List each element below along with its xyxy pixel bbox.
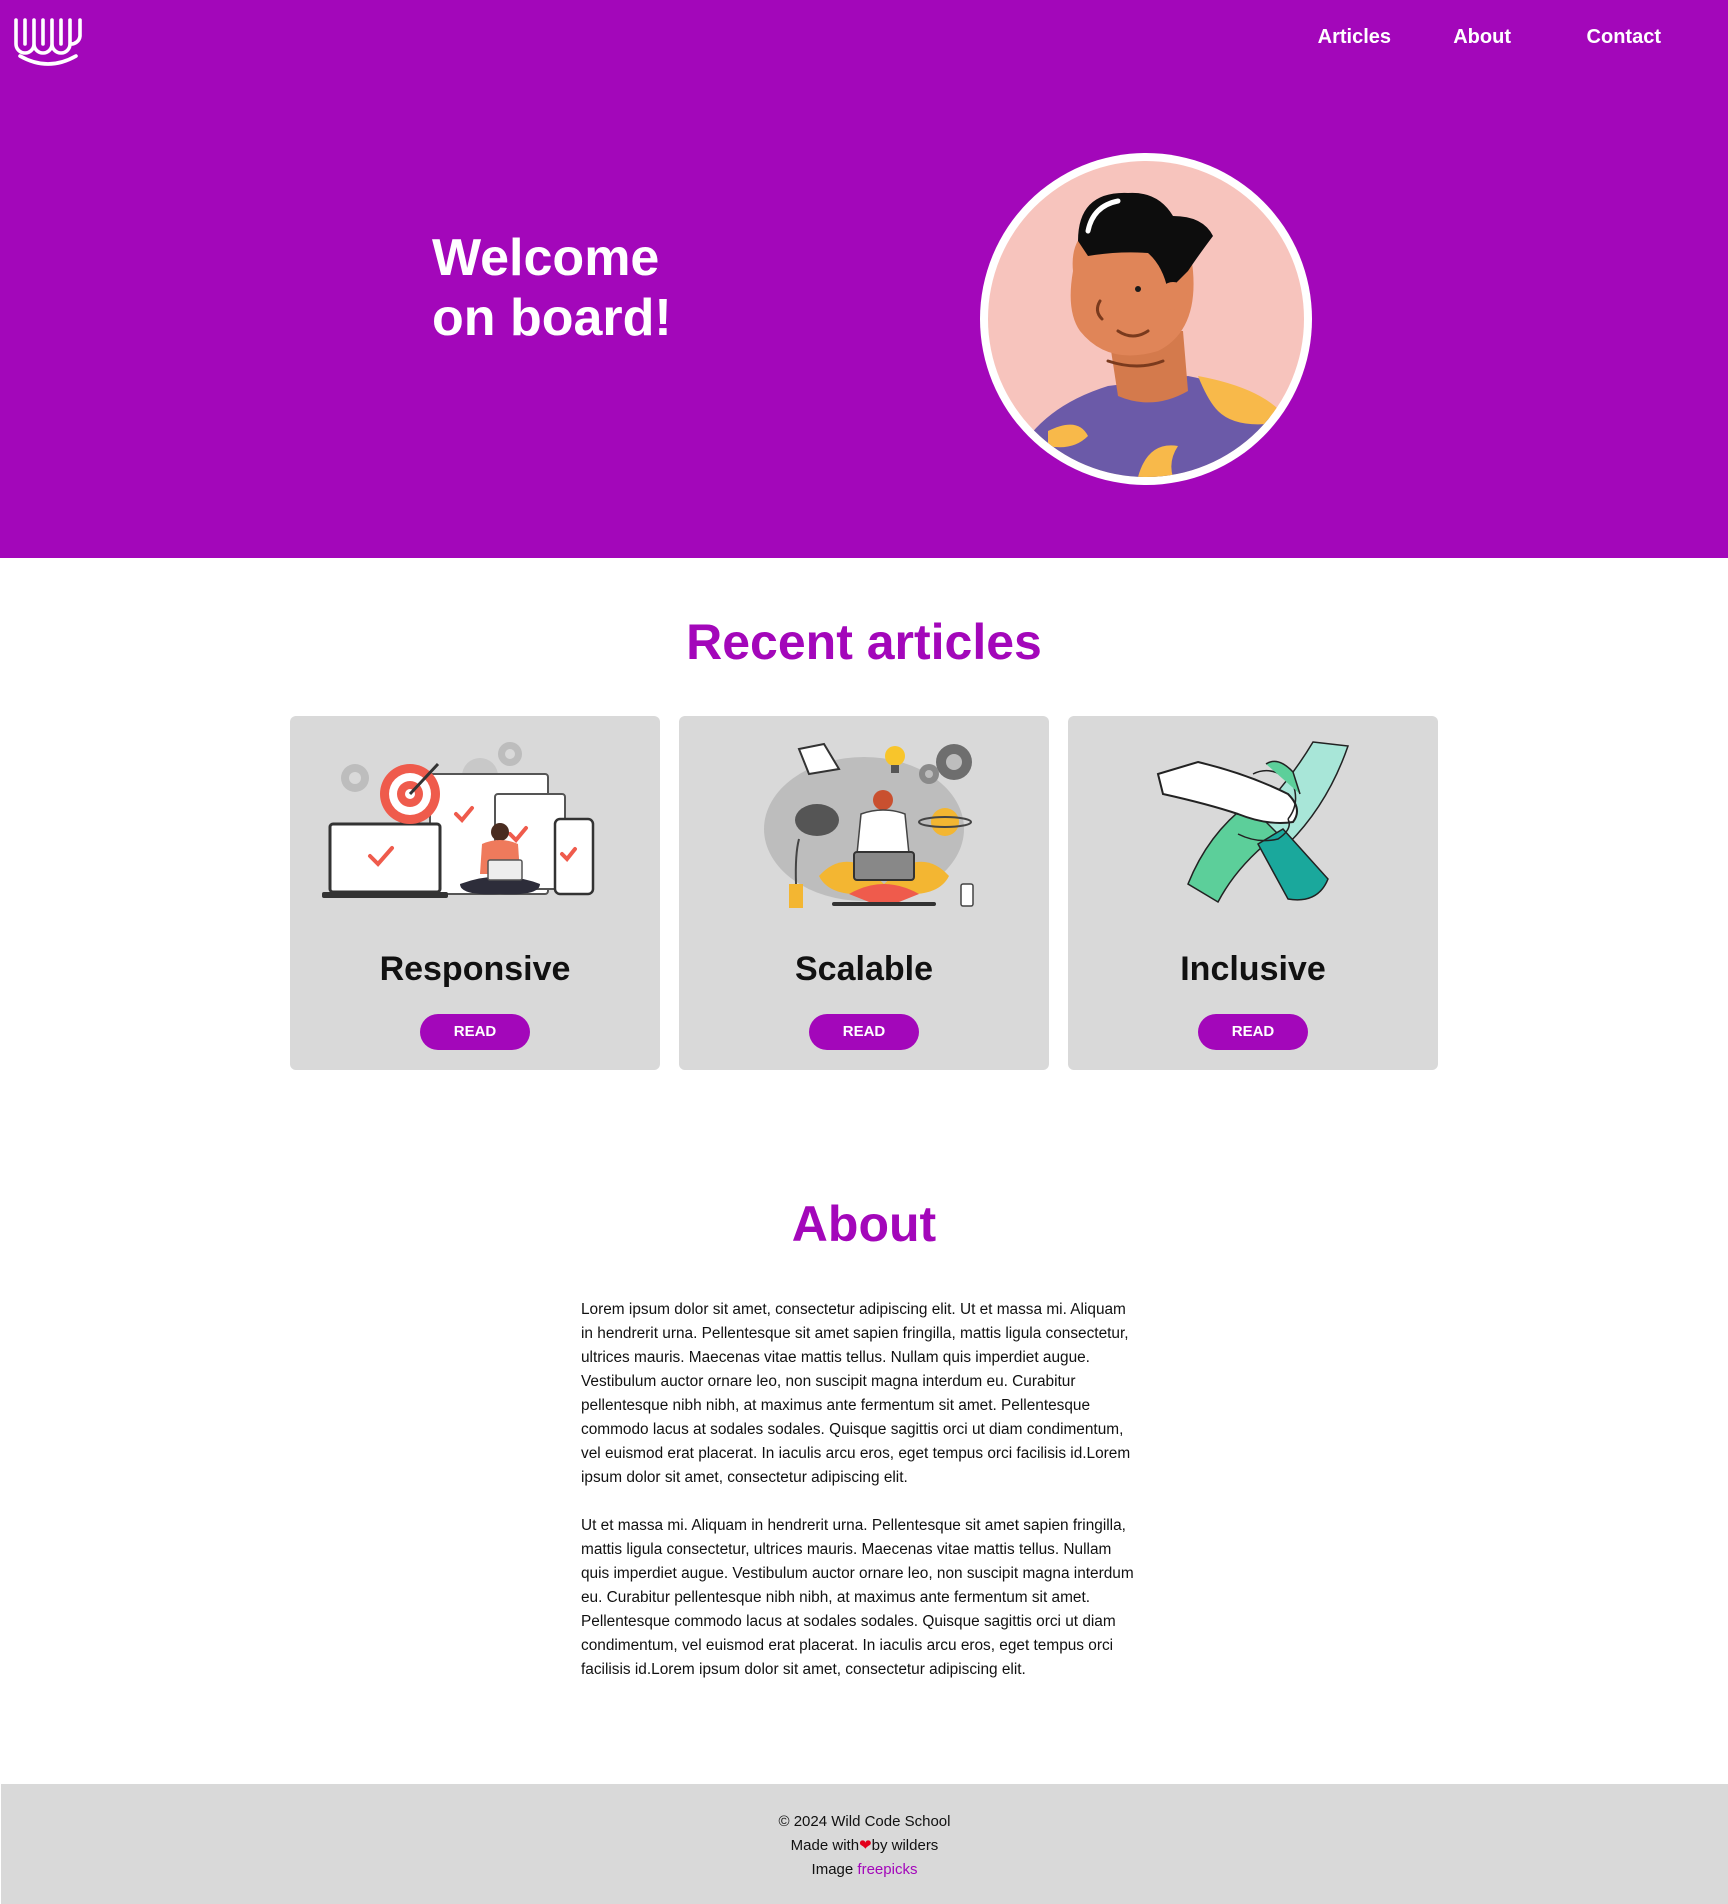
responsive-devices-illustration (322, 742, 595, 898)
card-title: Scalable (795, 950, 933, 988)
about-paragraph: Ut et massa mi. Aliquam in hendrerit urn… (581, 1517, 1134, 1678)
nav-about[interactable]: About (1453, 26, 1511, 49)
hero-title-line2: on board! (432, 289, 672, 347)
about-body: Lorem ipsum dolor sit amet, consectetur … (581, 1298, 1141, 1706)
about-title: About (791, 1196, 937, 1252)
nav-contact[interactable]: Contact (1587, 26, 1661, 49)
nav-articles[interactable]: Articles (1318, 26, 1391, 49)
read-button-responsive[interactable]: READ (420, 1014, 530, 1050)
footer-image-prefix: Image (811, 1861, 854, 1878)
article-card-responsive: Responsive READ (290, 716, 660, 1070)
freepicks-link[interactable]: freepicks (857, 1861, 917, 1878)
card-title: Inclusive (1180, 950, 1326, 988)
footer-made-with-prefix: Made with (790, 1837, 860, 1854)
footer-image-credit: Image freepicks (1, 1858, 1728, 1882)
article-card-inclusive: Inclusive READ (1068, 716, 1438, 1070)
read-button-inclusive[interactable]: READ (1198, 1014, 1308, 1050)
wild-code-school-logo-icon[interactable] (12, 14, 84, 66)
hero-title-line1: Welcome (432, 229, 660, 287)
heart-icon: ❤ (859, 1837, 872, 1854)
read-button-scalable[interactable]: READ (809, 1014, 919, 1050)
hero-title: Welcome on board! (432, 228, 672, 348)
inclusive-hands-illustration (1156, 741, 1350, 904)
article-card-scalable: Scalable READ (679, 716, 1049, 1070)
avatar (980, 153, 1312, 485)
footer-copyright: © 2024 Wild Code School (778, 1813, 951, 1830)
scalable-person-laptop-illustration (764, 742, 974, 908)
card-title: Responsive (379, 950, 571, 988)
footer: © 2024 Wild Code School Made with❤by wil… (1, 1784, 1728, 1904)
about-paragraph: Lorem ipsum dolor sit amet, consectetur … (581, 1301, 1131, 1486)
avatar-illustration (988, 161, 1304, 477)
footer-made-with-suffix: by wilders (871, 1837, 939, 1854)
hero-header: Articles About Contact Welcome on board! (0, 0, 1728, 558)
footer-made-with: Made with❤by wilders (1, 1834, 1728, 1858)
recent-articles-title: Recent articles (686, 614, 1042, 670)
